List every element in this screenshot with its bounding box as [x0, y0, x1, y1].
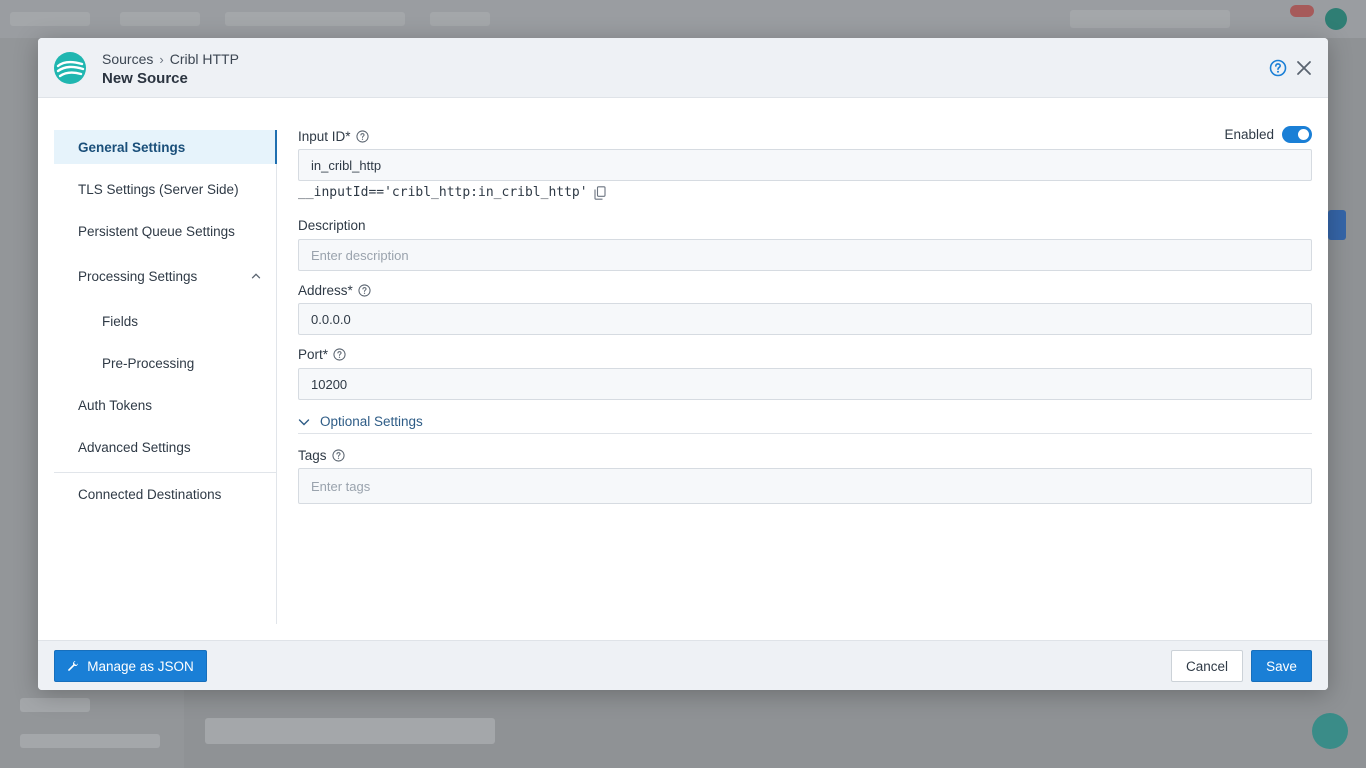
port-label-text: Port* — [298, 347, 329, 362]
tags-label: Tags — [298, 448, 345, 463]
background-app-logo — [10, 12, 90, 26]
nav-item-connected-destinations[interactable]: Connected Destinations — [54, 477, 277, 511]
port-field[interactable] — [298, 368, 1312, 400]
nav-item-pre-processing[interactable]: Pre-Processing — [54, 346, 277, 380]
cancel-button[interactable]: Cancel — [1171, 650, 1243, 682]
optional-settings-label: Optional Settings — [320, 414, 423, 429]
nav-item-advanced-settings[interactable]: Advanced Settings — [54, 430, 277, 464]
chevron-down-icon — [298, 418, 310, 425]
page-title: New Source — [102, 70, 188, 87]
new-source-modal: Sources › Cribl HTTP New Source General … — [38, 38, 1328, 690]
background-badge — [1290, 5, 1314, 17]
settings-nav: General Settings TLS Settings (Server Si… — [54, 130, 277, 624]
background-button — [1328, 210, 1346, 240]
nav-item-label: Fields — [102, 313, 139, 329]
manage-as-json-label: Manage as JSON — [87, 658, 194, 674]
copy-icon[interactable] — [594, 185, 606, 200]
nav-item-label: Advanced Settings — [78, 439, 191, 455]
description-field[interactable] — [298, 239, 1312, 271]
nav-item-persistent-queue[interactable]: Persistent Queue Settings — [54, 214, 277, 248]
address-label-text: Address* — [298, 283, 353, 298]
nav-item-fields[interactable]: Fields — [54, 304, 277, 338]
enabled-toggle-group: Enabled — [1224, 126, 1312, 143]
tags-field[interactable] — [298, 468, 1312, 504]
modal-footer: Manage as JSON Cancel Save — [38, 640, 1328, 690]
nav-item-label: Persistent Queue Settings — [78, 223, 235, 239]
manage-as-json-button[interactable]: Manage as JSON — [54, 650, 207, 682]
nav-item-auth-tokens[interactable]: Auth Tokens — [54, 388, 277, 422]
nav-divider — [54, 472, 277, 473]
breadcrumb-cribl-http[interactable]: Cribl HTTP — [170, 51, 239, 67]
description-label: Description — [298, 218, 366, 233]
background-fab — [1312, 713, 1348, 749]
input-id-field[interactable] — [298, 149, 1312, 181]
nav-item-label: Auth Tokens — [78, 397, 153, 413]
question-icon[interactable] — [355, 130, 369, 143]
background-row — [205, 718, 495, 744]
help-icon[interactable] — [1269, 59, 1287, 77]
background-sidebar-item — [20, 734, 160, 748]
wrench-icon — [68, 661, 79, 671]
nav-item-label: Pre-Processing — [102, 355, 195, 371]
modal-header: Sources › Cribl HTTP New Source — [38, 38, 1328, 98]
input-id-expression-text: __inputId=='cribl_http:in_cribl_http' — [298, 185, 588, 200]
save-button[interactable]: Save — [1251, 650, 1312, 682]
enabled-label: Enabled — [1224, 127, 1274, 142]
breadcrumb: Sources › Cribl HTTP — [102, 51, 239, 67]
breadcrumb-sources[interactable]: Sources — [102, 51, 153, 67]
nav-item-general-settings[interactable]: General Settings — [54, 130, 277, 164]
nav-item-label: Connected Destinations — [78, 486, 222, 502]
nav-item-processing-settings[interactable]: Processing Settings — [54, 259, 277, 293]
question-icon[interactable] — [333, 348, 346, 361]
cribl-logo-icon — [54, 52, 86, 84]
breadcrumb-separator: › — [159, 51, 164, 67]
input-id-expression: __inputId=='cribl_http:in_cribl_http' — [298, 185, 606, 200]
background-tab — [225, 12, 405, 26]
nav-item-label: General Settings — [78, 139, 186, 155]
address-field[interactable] — [298, 303, 1312, 335]
question-icon[interactable] — [331, 449, 345, 462]
background-sidebar-item — [20, 698, 90, 712]
address-label: Address* — [298, 283, 371, 298]
nav-item-label: TLS Settings (Server Side) — [78, 181, 239, 197]
chevron-up-icon — [251, 273, 261, 279]
enabled-toggle[interactable] — [1282, 126, 1312, 143]
input-id-label: Input ID* — [298, 129, 369, 144]
background-tab — [430, 12, 490, 26]
tags-label-text: Tags — [298, 448, 327, 463]
background-avatar — [1325, 8, 1347, 30]
nav-item-tls-settings[interactable]: TLS Settings (Server Side) — [54, 172, 277, 206]
close-icon[interactable] — [1295, 59, 1313, 77]
background-tab — [120, 12, 200, 26]
description-label-text: Description — [298, 218, 366, 233]
nav-item-label: Processing Settings — [78, 268, 198, 284]
background-search — [1070, 10, 1230, 28]
question-icon[interactable] — [358, 284, 371, 297]
optional-settings-toggle[interactable]: Optional Settings — [298, 410, 1312, 434]
port-label: Port* — [298, 347, 346, 362]
input-id-label-text: Input ID* — [298, 129, 351, 144]
